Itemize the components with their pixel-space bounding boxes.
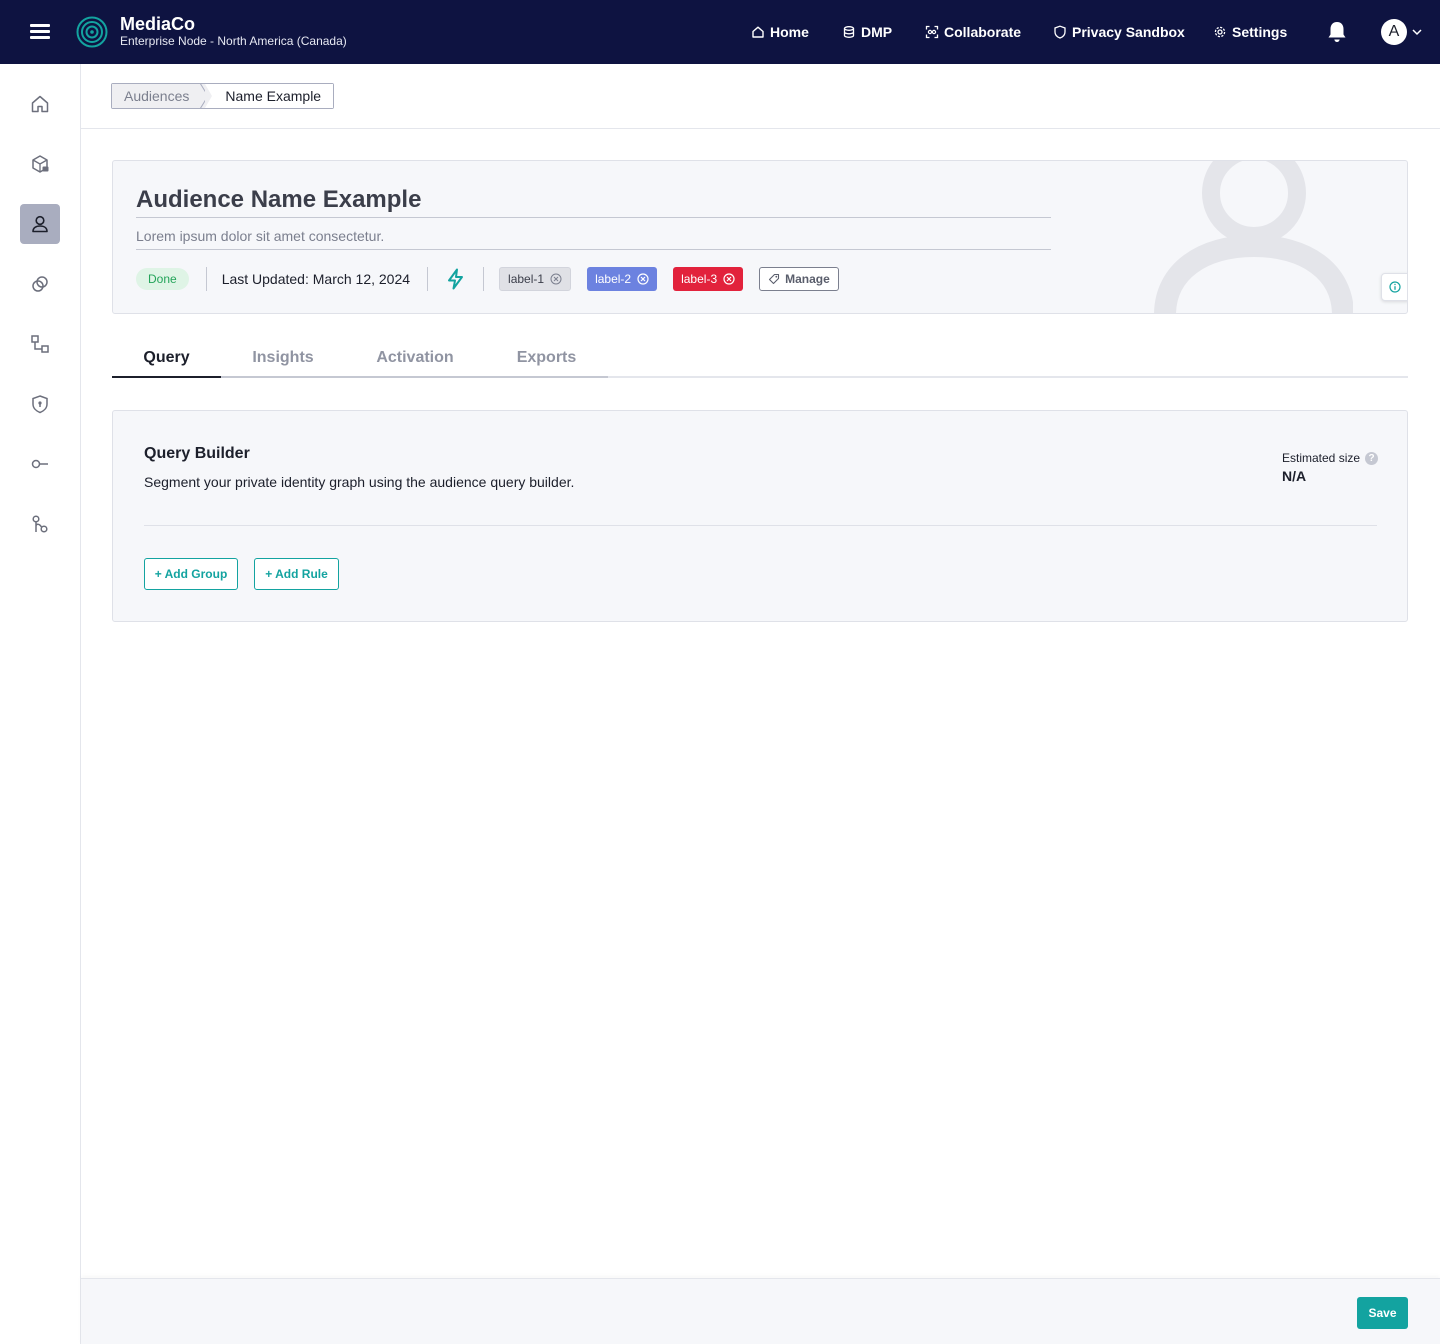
footer-bar: Save: [81, 1278, 1440, 1344]
breadcrumb-audiences[interactable]: Audiences: [112, 84, 213, 108]
audience-header-card: Audience Name Example Lorem ipsum dolor …: [112, 160, 1408, 314]
remove-label-icon[interactable]: [550, 273, 562, 285]
sidebar-item-connections[interactable]: [20, 264, 60, 304]
flow-icon: [31, 335, 49, 353]
mediaco-logo: [76, 16, 108, 48]
label-chip-text: label-1: [508, 272, 545, 286]
audience-meta-row: Done Last Updated: March 12, 2024 label-…: [136, 266, 839, 292]
sidebar-item-privacy[interactable]: [20, 384, 60, 424]
query-builder-panel: Query Builder Segment your private ident…: [112, 410, 1408, 622]
nav-settings-label: Settings: [1232, 24, 1288, 40]
cube-lock-icon: [32, 155, 49, 173]
label-chip-2[interactable]: label-2: [587, 267, 658, 291]
lightning-icon[interactable]: [446, 268, 465, 290]
nav-dmp[interactable]: DMP: [842, 24, 892, 40]
audience-name-field[interactable]: Audience Name Example: [136, 185, 1051, 218]
bell-icon[interactable]: [1326, 20, 1348, 44]
estimated-size: Estimated size ? N/A: [1282, 451, 1379, 484]
shield-icon: [1054, 25, 1066, 39]
sidebar-item-audiences[interactable]: [20, 204, 60, 244]
menu-icon[interactable]: [30, 24, 50, 40]
tab-exports[interactable]: Exports: [485, 338, 608, 378]
label-chip-1[interactable]: label-1: [499, 267, 572, 291]
estimated-size-value: N/A: [1282, 468, 1307, 484]
sidebar: [0, 64, 81, 1344]
breadcrumb: Audiences Name Example: [111, 83, 335, 109]
key-icon: [31, 459, 48, 469]
tab-query[interactable]: Query: [112, 338, 221, 378]
add-rule-button[interactable]: + Add Rule: [254, 558, 339, 590]
gear-icon: [1214, 26, 1226, 38]
divider: [483, 267, 485, 291]
save-button[interactable]: Save: [1357, 1297, 1408, 1329]
audience-tabs: Query Insights Activation Exports: [112, 338, 1408, 378]
breadcrumb-bar: Audiences Name Example: [81, 64, 1440, 129]
home-icon: [31, 95, 49, 113]
nav-home-label: Home: [770, 24, 809, 40]
tag-icon: [769, 273, 780, 285]
divider: [427, 267, 429, 291]
user-icon: [32, 215, 48, 233]
estimated-size-label: Estimated size ?: [1282, 451, 1379, 465]
help-icon[interactable]: ?: [1365, 451, 1379, 465]
link-icon: [32, 276, 48, 292]
divider: [144, 525, 1377, 526]
chevron-down-icon[interactable]: [1411, 27, 1423, 37]
query-builder-title: Query Builder: [144, 445, 250, 462]
tabs-track: [221, 376, 608, 378]
user-avatar[interactable]: A: [1381, 19, 1407, 45]
sidebar-item-integrations[interactable]: [20, 504, 60, 544]
nav-privacy-sandbox-label: Privacy Sandbox: [1072, 24, 1185, 40]
shield-icon: [32, 395, 48, 414]
tab-insights[interactable]: Insights: [221, 338, 345, 378]
label-chip-text: label-3: [681, 272, 718, 286]
sidebar-item-workflows[interactable]: [20, 324, 60, 364]
tab-activation[interactable]: Activation: [345, 338, 485, 378]
nav-collaborate-label: Collaborate: [944, 24, 1022, 40]
nav-home[interactable]: Home: [751, 24, 809, 40]
info-panel-toggle[interactable]: [1381, 273, 1407, 301]
sidebar-item-keys[interactable]: [20, 444, 60, 484]
remove-label-icon[interactable]: [637, 273, 649, 285]
estimated-size-label-text: Estimated size: [1282, 451, 1361, 465]
manage-labels-label: Manage: [785, 272, 830, 286]
database-icon: [843, 26, 855, 38]
branch-icon: [32, 515, 48, 533]
label-chip-3[interactable]: label-3: [673, 267, 744, 291]
label-chip-text: label-2: [595, 272, 632, 286]
divider: [205, 267, 207, 291]
last-updated-text: Last Updated: March 12, 2024: [221, 271, 411, 287]
nav-collaborate[interactable]: Collaborate: [925, 24, 1021, 40]
nav-dmp-label: DMP: [861, 24, 893, 40]
node-name: Enterprise Node - North America (Canada): [120, 34, 347, 48]
top-navigation-bar: MediaCo Enterprise Node - North America …: [0, 0, 1440, 64]
manage-labels-button[interactable]: Manage: [759, 267, 839, 291]
brand-name: MediaCo: [120, 14, 196, 34]
collaborate-icon: [925, 25, 939, 39]
nav-settings[interactable]: Settings: [1213, 24, 1287, 40]
brand-block: MediaCo Enterprise Node - North America …: [120, 14, 347, 48]
sidebar-item-data[interactable]: [20, 144, 60, 184]
nav-privacy-sandbox[interactable]: Privacy Sandbox: [1053, 24, 1185, 40]
home-icon: [752, 26, 764, 38]
query-builder-description: Segment your private identity graph usin…: [144, 474, 575, 490]
audience-avatar-illustration: [1154, 161, 1353, 313]
sidebar-item-home[interactable]: [20, 84, 60, 124]
remove-label-icon[interactable]: [723, 273, 735, 285]
audience-description-field[interactable]: Lorem ipsum dolor sit amet consectetur.: [136, 227, 1051, 250]
breadcrumb-current[interactable]: Name Example: [205, 84, 334, 108]
status-badge: Done: [136, 268, 189, 290]
add-group-button[interactable]: + Add Group: [144, 558, 238, 590]
info-icon: [1389, 281, 1401, 293]
